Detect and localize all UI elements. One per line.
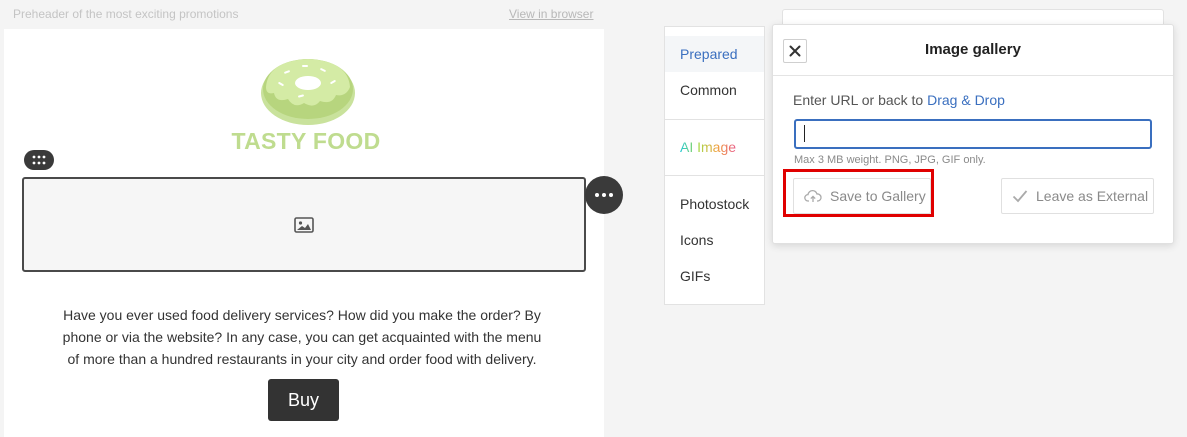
tab-gifs[interactable]: GIFs	[665, 258, 764, 294]
preheader: Preheader of the most exciting promotion…	[13, 7, 239, 21]
modal-header: Image gallery	[773, 25, 1173, 76]
view-in-browser-link[interactable]: View in browser	[509, 7, 593, 21]
email-canvas: TASTY FOOD Have you ever used food deliv…	[4, 29, 604, 437]
tab-ai-image[interactable]: AI Image	[665, 129, 764, 165]
modal-title: Image gallery	[925, 41, 1021, 58]
size-hint: Max 3 MB weight. PNG, JPG, GIF only.	[794, 154, 986, 166]
leave-as-external-button[interactable]: Leave as External	[1001, 178, 1154, 214]
more-dots-icon[interactable]	[585, 176, 623, 214]
buy-button[interactable]: Buy	[268, 379, 339, 421]
close-button[interactable]	[783, 39, 807, 63]
body-text: Have you ever used food delivery service…	[62, 307, 542, 367]
tab-prepared[interactable]: Prepared	[665, 36, 764, 72]
tab-divider	[665, 175, 764, 176]
image-placeholder-icon	[294, 216, 314, 233]
leave-as-external-label: Leave as External	[1036, 188, 1149, 204]
check-icon	[1012, 190, 1028, 203]
url-hint-text: Enter URL or back to	[793, 92, 924, 108]
image-block[interactable]	[22, 177, 586, 272]
tab-icons[interactable]: Icons	[665, 222, 764, 258]
tab-common[interactable]: Common	[665, 72, 764, 108]
tab-divider	[665, 119, 764, 120]
drag-drop-link[interactable]: Drag & Drop	[927, 92, 1005, 108]
tab-photostock[interactable]: Photostock	[665, 186, 764, 222]
gallery-tabs: Prepared Common AI Image Photostock Icon…	[664, 26, 765, 305]
logo-text: TASTY FOOD	[231, 128, 381, 154]
drag-handle[interactable]	[24, 150, 54, 170]
text-caret	[804, 125, 805, 142]
donut-logo	[261, 59, 355, 125]
drag-handle-icon	[32, 155, 46, 165]
close-icon	[789, 45, 801, 57]
url-hint: Enter URL or back to Drag & Drop	[793, 92, 1005, 108]
highlight-box	[783, 169, 934, 217]
url-input[interactable]	[794, 119, 1152, 149]
tab-ai-image-label: AI Image	[680, 139, 737, 155]
